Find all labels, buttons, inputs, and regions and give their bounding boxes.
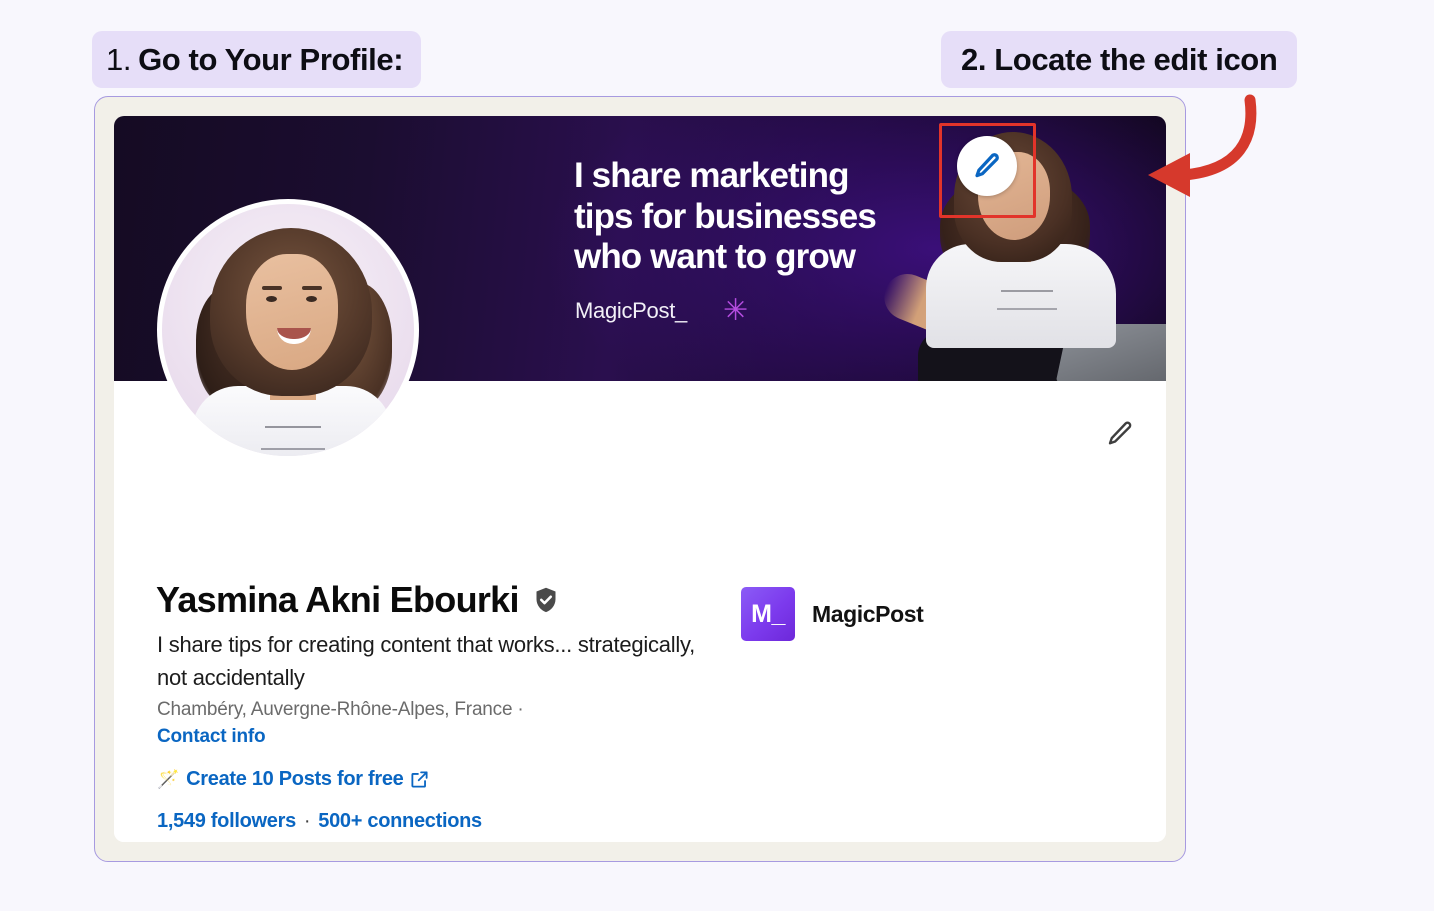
banner-brand-name: MagicPost_: [575, 298, 687, 323]
create-posts-promo-label: Create 10 Posts for free: [186, 768, 404, 790]
step-1-text: Go to Your Profile:: [138, 41, 404, 77]
sparkle-icon: ✳: [722, 294, 749, 327]
external-link-icon: [411, 771, 429, 788]
magic-wand-icon: 🪄: [157, 769, 180, 789]
edit-intro-pencil-icon[interactable]: [1103, 417, 1137, 451]
banner-headline-line-2: tips for businesses: [574, 196, 877, 236]
banner-headline-line-3: who want to grow: [574, 237, 856, 277]
profile-headline: I share tips for creating content that w…: [157, 632, 696, 690]
avatar-shirt-logo: [258, 422, 328, 456]
banner-headline-line-1: I share marketing: [574, 156, 849, 195]
followers-count[interactable]: 1,549 followers: [157, 810, 296, 833]
step-2-text: 2. Locate the edit icon: [961, 41, 1278, 77]
avatar-brow-left: [262, 286, 282, 290]
step-1-number: 1.: [106, 41, 132, 77]
contact-info-link[interactable]: Contact info: [157, 726, 266, 748]
banner-edit-button[interactable]: [957, 136, 1017, 196]
profile-stats: 1,549 followers · 500+ connections: [157, 810, 482, 833]
create-posts-promo-link[interactable]: 🪄 Create 10 Posts for free: [157, 768, 429, 791]
current-company[interactable]: M_ MagicPost: [741, 587, 924, 641]
avatar-brow-right: [302, 286, 322, 290]
stats-separator: ·: [303, 810, 311, 832]
step-label-2: 2. Locate the edit icon: [941, 31, 1298, 88]
company-name: MagicPost: [812, 600, 924, 627]
avatar-eye-left: [266, 296, 277, 302]
shield-check-icon: [536, 587, 556, 613]
avatar-face: [246, 254, 338, 370]
avatar-eye-right: [306, 296, 317, 302]
banner-headline: I share marketing tips for businesses wh…: [574, 156, 877, 278]
profile-avatar[interactable]: [157, 199, 419, 461]
company-logo: M_: [741, 587, 795, 641]
connections-count[interactable]: 500+ connections: [318, 810, 482, 833]
profile-name-row: Yasmina Akni Ebourki: [156, 579, 561, 621]
profile-location: Chambéry, Auvergne-Rhône-Alpes, France ·: [157, 699, 524, 720]
profile-name: Yasmina Akni Ebourki: [156, 579, 519, 620]
banner-brand: MagicPost_ ✳: [575, 296, 748, 326]
step-label-1: 1. Go to Your Profile:: [92, 31, 422, 88]
banner-person-shirt-logo: [992, 284, 1062, 318]
